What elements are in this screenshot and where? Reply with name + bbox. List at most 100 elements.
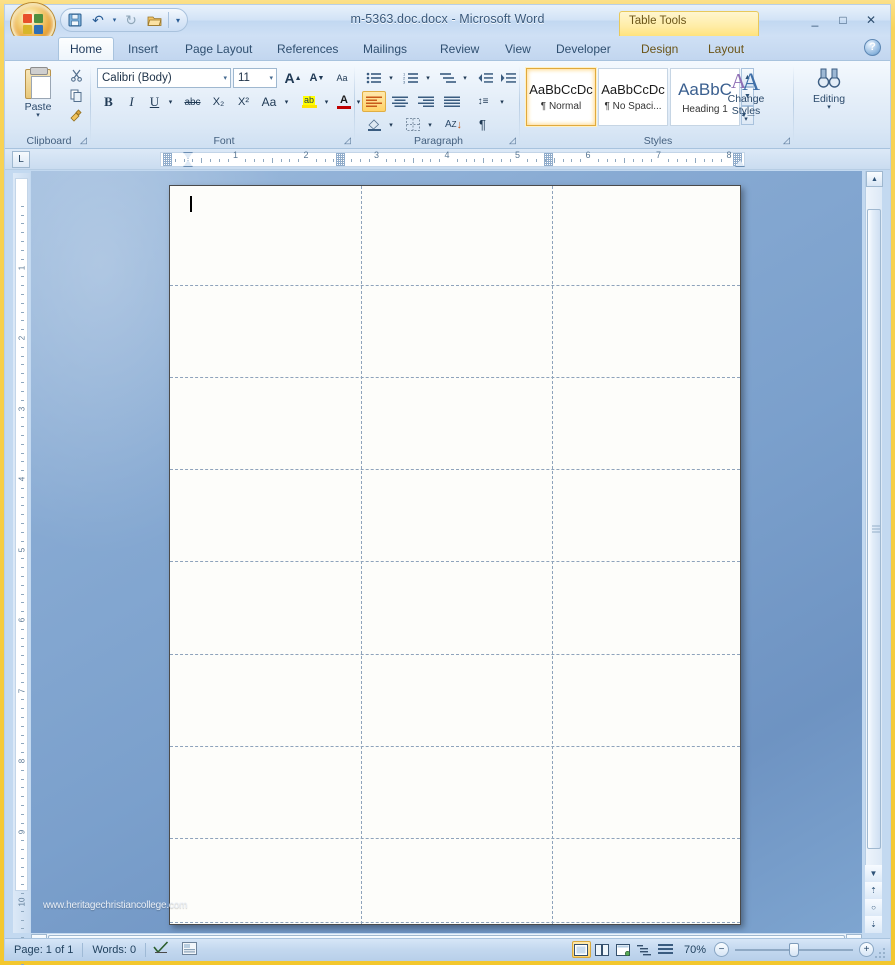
- justify-button[interactable]: [440, 91, 464, 112]
- change-case-button[interactable]: Aa: [257, 92, 281, 112]
- tab-references[interactable]: References: [266, 37, 349, 60]
- close-button[interactable]: ✕: [860, 11, 882, 29]
- view-draft[interactable]: [656, 941, 675, 958]
- grow-font-button[interactable]: A ▲: [282, 68, 304, 88]
- clipboard-dialog-launcher[interactable]: ◿: [78, 135, 89, 146]
- zoom-level[interactable]: 70%: [676, 944, 714, 956]
- clear-formatting-button[interactable]: Aa: [331, 68, 353, 88]
- tab-design[interactable]: Design: [630, 37, 689, 60]
- tab-mailings[interactable]: Mailings: [352, 37, 418, 60]
- format-painter-icon[interactable]: [65, 106, 87, 125]
- paste-button[interactable]: Paste ▾: [13, 66, 63, 128]
- borders-dropdown[interactable]: ▾: [425, 114, 435, 135]
- view-web-layout[interactable]: [614, 941, 633, 958]
- shrink-font-button[interactable]: A ▼: [306, 68, 328, 88]
- editing-dropdown-arrow[interactable]: ▾: [827, 104, 831, 111]
- align-center-button[interactable]: [388, 91, 412, 112]
- scroll-down-icon[interactable]: ▼: [865, 865, 882, 882]
- view-outline[interactable]: [635, 941, 654, 958]
- tab-review[interactable]: Review: [429, 37, 490, 60]
- bullets-dropdown[interactable]: ▾: [386, 68, 396, 88]
- zoom-out-button[interactable]: −: [714, 942, 729, 957]
- underline-button[interactable]: U: [144, 92, 165, 112]
- font-size-combobox[interactable]: 11 ▾: [233, 68, 277, 88]
- change-styles-dropdown-arrow[interactable]: ▾: [744, 116, 748, 123]
- page-indicator[interactable]: Page: 1 of 1: [5, 944, 82, 956]
- style-normal[interactable]: AaBbCcDc ¶ Normal: [526, 68, 596, 126]
- italic-button[interactable]: I: [121, 92, 142, 112]
- paragraph-dialog-launcher[interactable]: ◿: [507, 135, 518, 146]
- superscript-button[interactable]: X²: [232, 92, 255, 112]
- change-styles-button[interactable]: A A Change Styles ▾: [718, 66, 774, 128]
- vertical-ruler-track[interactable]: 1 2 3 4 5 6 7 8 9 10: [15, 178, 28, 965]
- tab-stop-selector[interactable]: L: [12, 151, 30, 168]
- help-icon[interactable]: ?: [864, 39, 881, 56]
- subscript-button[interactable]: X₂: [207, 92, 230, 112]
- label-table[interactable]: [170, 186, 740, 924]
- shading-dropdown[interactable]: ▾: [386, 114, 396, 135]
- tab-view[interactable]: View: [494, 37, 542, 60]
- font-color-button[interactable]: A: [334, 92, 354, 112]
- font-name-combobox[interactable]: Calibri (Body) ▾: [97, 68, 231, 88]
- next-page-icon[interactable]: ⇣: [865, 916, 882, 933]
- multilevel-list-button[interactable]: [436, 68, 460, 88]
- style-no-spacing[interactable]: AaBbCcDc ¶ No Spaci...: [598, 68, 668, 126]
- align-right-button[interactable]: [414, 91, 438, 112]
- document-page[interactable]: [169, 185, 741, 925]
- increase-indent-button[interactable]: [497, 68, 519, 88]
- tab-home[interactable]: Home: [58, 37, 115, 60]
- minimize-button[interactable]: _: [804, 11, 826, 29]
- strikethrough-button[interactable]: abc: [180, 92, 205, 112]
- styles-dialog-launcher[interactable]: ◿: [781, 135, 792, 146]
- show-formatting-marks-button[interactable]: ¶: [470, 114, 495, 135]
- bold-button[interactable]: B: [98, 92, 119, 112]
- zoom-slider-handle[interactable]: [789, 942, 799, 957]
- scroll-up-icon[interactable]: ▲: [866, 171, 883, 187]
- zoom-slider[interactable]: [735, 942, 853, 957]
- tab-developer[interactable]: Developer: [545, 37, 622, 60]
- zoom-in-button[interactable]: +: [859, 942, 874, 957]
- highlight-dropdown[interactable]: ▾: [321, 92, 332, 112]
- vertical-ruler-tick: [21, 928, 24, 930]
- previous-page-icon[interactable]: ⇡: [865, 882, 882, 899]
- font-dialog-launcher[interactable]: ◿: [342, 135, 353, 146]
- tab-layout[interactable]: Layout: [697, 37, 755, 60]
- tab-page-layout[interactable]: Page Layout: [174, 37, 263, 60]
- decrease-indent-button[interactable]: [474, 68, 496, 88]
- cut-icon[interactable]: [65, 66, 87, 85]
- multilevel-dropdown[interactable]: ▾: [460, 68, 470, 88]
- vertical-scroll-thumb[interactable]: [867, 209, 881, 849]
- line-spacing-dropdown[interactable]: ▾: [497, 91, 507, 112]
- copy-icon[interactable]: [65, 86, 87, 105]
- align-left-button[interactable]: [362, 91, 386, 112]
- word-count[interactable]: Words: 0: [83, 944, 145, 956]
- vertical-ruler-tick: [21, 329, 24, 331]
- text-highlight-button[interactable]: ab: [297, 92, 321, 112]
- view-full-screen-reading[interactable]: [593, 941, 612, 958]
- table-column-divider: [361, 186, 362, 924]
- line-spacing-button[interactable]: ↕≡: [470, 91, 496, 112]
- numbering-dropdown[interactable]: ▾: [423, 68, 433, 88]
- numbering-button[interactable]: 1 2 3: [399, 68, 423, 88]
- font-name-value: Calibri (Body): [102, 72, 172, 84]
- borders-button[interactable]: [401, 114, 425, 135]
- maximize-button[interactable]: □: [832, 11, 854, 29]
- editing-button[interactable]: Editing ▾: [803, 66, 855, 128]
- tab-insert[interactable]: Insert: [117, 37, 169, 60]
- language-icon[interactable]: [176, 941, 203, 958]
- vertical-scrollbar[interactable]: ▲: [865, 171, 883, 933]
- view-print-layout[interactable]: [571, 941, 591, 958]
- column-marker[interactable]: [163, 153, 172, 166]
- change-case-dropdown[interactable]: ▾: [281, 92, 292, 112]
- document-canvas[interactable]: www.heritagechristiancollege.com: [31, 171, 862, 933]
- sort-button[interactable]: A Z ↓: [441, 114, 466, 135]
- underline-dropdown[interactable]: ▾: [165, 92, 176, 112]
- select-browse-object-icon[interactable]: ○: [865, 899, 882, 916]
- bullets-button[interactable]: [362, 68, 386, 88]
- resize-grip[interactable]: [875, 946, 887, 958]
- shading-button[interactable]: [362, 114, 386, 135]
- vertical-ruler-tick: [21, 778, 24, 780]
- paste-dropdown-arrow[interactable]: ▾: [36, 112, 40, 119]
- proofing-status-icon[interactable]: [146, 941, 176, 958]
- column-marker[interactable]: [336, 153, 345, 166]
